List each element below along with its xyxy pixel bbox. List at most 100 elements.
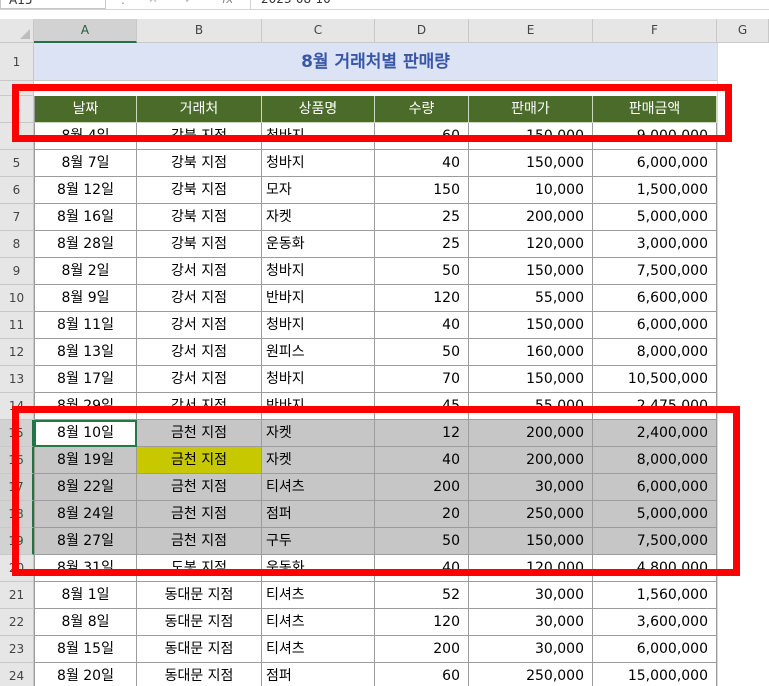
cell-quantity[interactable]: 50 bbox=[375, 258, 469, 285]
cell-amount[interactable]: 7,500,000 bbox=[593, 258, 717, 285]
cell-unit-price[interactable]: 150,000 bbox=[469, 150, 593, 177]
row-header[interactable]: 11 bbox=[0, 312, 34, 339]
cell-date[interactable]: 8월 11일 bbox=[34, 312, 137, 339]
cell-unit-price[interactable]: 150,000 bbox=[469, 366, 593, 393]
row-header[interactable]: 1 bbox=[0, 43, 34, 81]
cell-product[interactable]: 청바지 bbox=[262, 150, 375, 177]
cell-amount[interactable]: 1,500,000 bbox=[593, 177, 717, 204]
cell-unit-price[interactable]: 150,000 bbox=[469, 312, 593, 339]
insert-function-icon[interactable]: fx bbox=[222, 0, 233, 6]
cell-unit-price[interactable]: 150,000 bbox=[469, 258, 593, 285]
cell-amount[interactable]: 6,000,000 bbox=[593, 150, 717, 177]
cell-unit-price[interactable]: 30,000 bbox=[469, 636, 593, 663]
cell-product[interactable]: 모자 bbox=[262, 177, 375, 204]
row-header[interactable]: 13 bbox=[0, 366, 34, 393]
cell-date[interactable]: 8월 16일 bbox=[34, 204, 137, 231]
cell-product[interactable]: 티셔츠 bbox=[262, 582, 375, 609]
cell-product[interactable]: 청바지 bbox=[262, 258, 375, 285]
cell-product[interactable]: 원피스 bbox=[262, 339, 375, 366]
cell-amount[interactable]: 10,500,000 bbox=[593, 366, 717, 393]
cancel-icon[interactable]: ✕ bbox=[148, 0, 158, 6]
cell-unit-price[interactable]: 30,000 bbox=[469, 609, 593, 636]
row-header[interactable]: 6 bbox=[0, 177, 34, 204]
cell-amount[interactable]: 1,560,000 bbox=[593, 582, 717, 609]
cell-unit-price[interactable]: 200,000 bbox=[469, 204, 593, 231]
enter-icon[interactable]: ✓ bbox=[184, 0, 194, 6]
cell-amount[interactable]: 6,000,000 bbox=[593, 636, 717, 663]
select-all-corner[interactable] bbox=[0, 19, 34, 43]
name-box[interactable]: A15 bbox=[0, 0, 106, 9]
cell-unit-price[interactable]: 120,000 bbox=[469, 231, 593, 258]
name-box-dropdown-icon[interactable]: ⋮ bbox=[117, 0, 129, 6]
cell-amount[interactable]: 6,000,000 bbox=[593, 312, 717, 339]
row-header[interactable]: 10 bbox=[0, 285, 34, 312]
cell-product[interactable]: 반바지 bbox=[262, 285, 375, 312]
row-header[interactable]: 12 bbox=[0, 339, 34, 366]
cell-client[interactable]: 강북 지점 bbox=[137, 177, 262, 204]
row-header[interactable]: 8 bbox=[0, 231, 34, 258]
cell-product[interactable]: 티셔츠 bbox=[262, 636, 375, 663]
cell-quantity[interactable]: 60 bbox=[375, 663, 469, 686]
cell-date[interactable]: 8월 20일 bbox=[34, 663, 137, 686]
cell-product[interactable]: 운동화 bbox=[262, 231, 375, 258]
cell-quantity[interactable]: 150 bbox=[375, 177, 469, 204]
cell-quantity[interactable]: 120 bbox=[375, 609, 469, 636]
cell-client[interactable]: 강서 지점 bbox=[137, 312, 262, 339]
column-header-e[interactable]: E bbox=[469, 19, 593, 43]
column-header-b[interactable]: B bbox=[137, 19, 262, 43]
cell-product[interactable]: 자켓 bbox=[262, 204, 375, 231]
cell-client[interactable]: 강서 지점 bbox=[137, 366, 262, 393]
cell-date[interactable]: 8월 28일 bbox=[34, 231, 137, 258]
cell-product[interactable]: 티셔츠 bbox=[262, 609, 375, 636]
cell-client[interactable]: 동대문 지점 bbox=[137, 663, 262, 686]
cell-amount[interactable]: 5,000,000 bbox=[593, 204, 717, 231]
cell-client[interactable]: 동대문 지점 bbox=[137, 609, 262, 636]
row-header[interactable]: 24 bbox=[0, 663, 34, 686]
cell-quantity[interactable]: 40 bbox=[375, 150, 469, 177]
cell-quantity[interactable]: 50 bbox=[375, 339, 469, 366]
column-header-g[interactable]: G bbox=[717, 19, 769, 43]
cell-client[interactable]: 동대문 지점 bbox=[137, 636, 262, 663]
column-header-f[interactable]: F bbox=[593, 19, 717, 43]
formula-input[interactable]: 2023-08-10 bbox=[250, 0, 769, 9]
cell-quantity[interactable]: 200 bbox=[375, 636, 469, 663]
sheet-title[interactable]: 8월 거래처별 판매량 bbox=[34, 43, 717, 81]
row-header[interactable]: 21 bbox=[0, 582, 34, 609]
cell-date[interactable]: 8월 13일 bbox=[34, 339, 137, 366]
cell-product[interactable]: 점퍼 bbox=[262, 663, 375, 686]
row-header[interactable]: 23 bbox=[0, 636, 34, 663]
cell-quantity[interactable]: 52 bbox=[375, 582, 469, 609]
column-header-d[interactable]: D bbox=[375, 19, 469, 43]
cell-date[interactable]: 8월 17일 bbox=[34, 366, 137, 393]
cell-date[interactable]: 8월 7일 bbox=[34, 150, 137, 177]
cell-date[interactable]: 8월 9일 bbox=[34, 285, 137, 312]
column-header-a[interactable]: A bbox=[34, 19, 137, 43]
cell-client[interactable]: 강북 지점 bbox=[137, 204, 262, 231]
cell-quantity[interactable]: 70 bbox=[375, 366, 469, 393]
column-header-c[interactable]: C bbox=[262, 19, 375, 43]
cell-unit-price[interactable]: 160,000 bbox=[469, 339, 593, 366]
cell-client[interactable]: 강북 지점 bbox=[137, 150, 262, 177]
cell-quantity[interactable]: 25 bbox=[375, 204, 469, 231]
cell-amount[interactable]: 15,000,000 bbox=[593, 663, 717, 686]
cell-date[interactable]: 8월 1일 bbox=[34, 582, 137, 609]
cell-date[interactable]: 8월 8일 bbox=[34, 609, 137, 636]
cell-date[interactable]: 8월 2일 bbox=[34, 258, 137, 285]
cell-quantity[interactable]: 25 bbox=[375, 231, 469, 258]
cell-unit-price[interactable]: 30,000 bbox=[469, 582, 593, 609]
row-header[interactable]: 22 bbox=[0, 609, 34, 636]
row-header[interactable]: 5 bbox=[0, 150, 34, 177]
cell-amount[interactable]: 8,000,000 bbox=[593, 339, 717, 366]
cell-quantity[interactable]: 120 bbox=[375, 285, 469, 312]
cell-date[interactable]: 8월 15일 bbox=[34, 636, 137, 663]
cell-client[interactable]: 동대문 지점 bbox=[137, 582, 262, 609]
cell-amount[interactable]: 3,000,000 bbox=[593, 231, 717, 258]
cell-client[interactable]: 강서 지점 bbox=[137, 285, 262, 312]
cell-client[interactable]: 강서 지점 bbox=[137, 258, 262, 285]
row-header[interactable]: 9 bbox=[0, 258, 34, 285]
cell-unit-price[interactable]: 55,000 bbox=[469, 285, 593, 312]
row-header[interactable]: 7 bbox=[0, 204, 34, 231]
cell-product[interactable]: 청바지 bbox=[262, 366, 375, 393]
cell-amount[interactable]: 6,600,000 bbox=[593, 285, 717, 312]
cell-date[interactable]: 8월 12일 bbox=[34, 177, 137, 204]
